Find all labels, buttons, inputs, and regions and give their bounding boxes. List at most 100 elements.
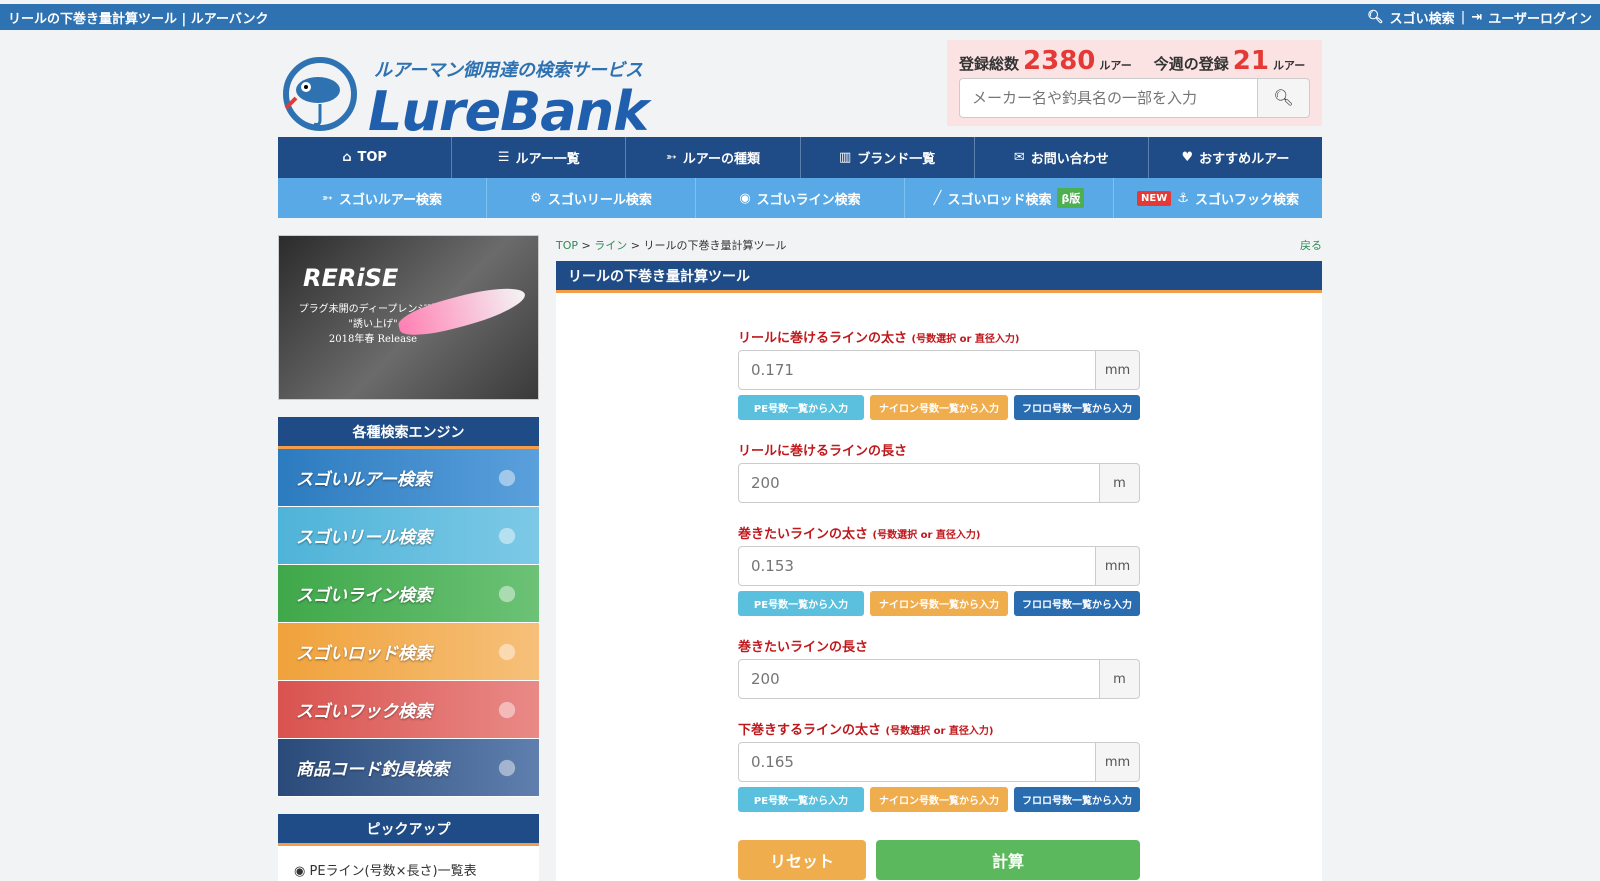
nav-reel-search[interactable]: ⚙ スゴいリール検索 [487,178,696,218]
stats-search-box: 登録総数 2380 ルアー 今週の登録 21 ルアー 🔍︎ [947,40,1322,126]
week-label: 今週の登録 [1153,55,1229,73]
engine-lure-search[interactable]: スゴいルアー検索 [278,449,539,507]
calculator-form: リールに巻けるラインの太さ (号数選択 or 直径入力) mm PE号数一覧から… [738,327,1140,880]
pickup-list: ◉ PEライン(号数×長さ)一覧表 [278,846,539,881]
nav-recommended[interactable]: ♥ おすすめルアー [1149,137,1322,178]
sidebar: RERiSE プラグ未開のディープレンジ攻略 "誘い上げ" 2018年春 Rel… [278,235,539,881]
breadcrumb-line[interactable]: ライン [594,239,627,252]
reel-thickness-label: リールに巻けるラインの太さ (号数選択 or 直径入力) [738,331,1020,346]
unit-mm: mm [1096,350,1140,390]
unit-mm: mm [1096,546,1140,586]
top-separator: | [1460,9,1466,25]
engine-line-search[interactable]: スゴいライン検索 [278,565,539,623]
reel-length-group: リールに巻けるラインの長さ m [738,440,1140,503]
site-title: リールの下巻き量計算ツール | ルアーバンク [8,11,269,27]
top-links: 🔍︎ スゴい検索 | ⇥ ユーザーログイン [1367,8,1592,27]
reel-length-input[interactable] [738,463,1100,503]
unit-m: m [1100,659,1140,699]
rod-icon: ╱ [933,190,942,206]
week-count: 21 [1232,46,1269,76]
back-link[interactable]: 戻る [1300,237,1322,255]
nylon-list-button[interactable]: ナイロン号数一覧から入力 [870,787,1008,812]
under-thickness-group: 下巻きするラインの太さ (号数選択 or 直径入力) mm PE号数一覧から入力… [738,719,1140,812]
total-unit: ルアー [1099,59,1132,72]
new-badge: NEW [1137,190,1172,206]
beta-badge: β版 [1057,188,1085,208]
user-login-link[interactable]: ユーザーログイン [1488,8,1592,27]
want-length-group: 巻きたいラインの長さ m [738,636,1140,699]
top-bar: リールの下巻き量計算ツール | ルアーバンク 🔍︎ スゴい検索 | ⇥ ユーザー… [0,4,1600,30]
breadcrumb: TOP > ライン > リールの下巻き量計算ツール 戻る [556,237,1322,255]
want-thickness-label: 巻きたいラインの太さ (号数選択 or 直径入力) [738,527,981,542]
search-nav: ➳ スゴいルアー検索 ⚙ スゴいリール検索 ◉ スゴいライン検索 ╱ スゴいロッド検索 β… [278,178,1322,218]
total-count: 2380 [1023,46,1096,76]
logo-tagline: ルアーマン御用達の検索サービス [374,60,643,81]
lure-icon: ➳ [321,190,333,206]
reel-thickness-group: リールに巻けるラインの太さ (号数選択 or 直径入力) mm PE号数一覧から… [738,327,1140,420]
search-button[interactable]: 🔍︎ [1258,78,1310,118]
fish-icon: ➳ [665,150,677,165]
nav-brand-list[interactable]: ▥ ブランド一覧 [801,137,975,178]
page-title: リールの下巻き量計算ツール [556,261,1322,293]
nav-hook-search[interactable]: NEW ⚓︎ スゴいフック検索 [1114,178,1322,218]
engine-reel-search[interactable]: スゴいリール検索 [278,507,539,565]
registration-stats: 登録総数 2380 ルアー 今週の登録 21 ルアー [959,46,1310,76]
banner-lure-image [395,279,529,343]
line-icon: ◉ [739,190,751,206]
nav-lure-search[interactable]: ➳ スゴいルアー検索 [278,178,487,218]
total-label: 登録総数 [959,55,1020,73]
engine-hook-search[interactable]: スゴいフック検索 [278,681,539,739]
reel-length-label: リールに巻けるラインの長さ [738,444,908,459]
sugoi-search-link[interactable]: スゴい検索 [1390,8,1455,27]
want-thickness-input[interactable] [738,546,1096,586]
home-icon: ⌂ [342,150,352,165]
under-thickness-input[interactable] [738,742,1096,782]
heart-icon: ♥ [1181,150,1194,165]
search-icon: 🔍︎ [1367,9,1384,25]
unit-mm: mm [1096,742,1140,782]
unit-m: m [1100,463,1140,503]
logo[interactable]: ルアーマン御用達の検索サービス LureBank [278,42,678,143]
reel-icon: ⚙ [530,190,542,206]
reel-thickness-input[interactable] [738,350,1096,390]
logo-wordmark: LureBank [368,80,649,143]
line-icon: ◉ [294,864,310,879]
calculate-button[interactable]: 計算 [876,840,1140,880]
pe-list-button[interactable]: PE号数一覧から入力 [738,395,864,420]
login-icon: ⇥ [1471,9,1483,25]
nylon-list-button[interactable]: ナイロン号数一覧から入力 [870,395,1008,420]
breadcrumb-top[interactable]: TOP [556,239,578,252]
search-input[interactable] [959,78,1259,118]
mail-icon: ✉ [1013,150,1025,165]
calculator-panel: リールに巻けるラインの太さ (号数選択 or 直径入力) mm PE号数一覧から… [556,293,1322,881]
nav-lure-list[interactable]: ☰ ルアー一覧 [452,137,627,178]
engine-rod-search[interactable]: スゴいロッド検索 [278,623,539,681]
pe-list-button[interactable]: PE号数一覧から入力 [738,591,864,616]
fluoro-list-button[interactable]: フロロ号数一覧から入力 [1014,787,1140,812]
engine-code-search[interactable]: 商品コード釣具検索 [278,739,539,797]
banner-brand: RERiSE [303,264,399,292]
pickup-item[interactable]: ◉ PEライン(号数×長さ)一覧表 [294,860,523,879]
want-length-label: 巻きたいラインの長さ [738,640,869,655]
building-icon: ▥ [838,150,852,165]
search-icon: 🔍︎ [1273,90,1294,107]
main-nav: ⌂ TOP ☰ ルアー一覧 ➳ ルアーの種類 ▥ ブランド一覧 ✉ お問い合わせ ♥ おすす… [278,137,1322,178]
rerise-banner[interactable]: RERiSE プラグ未開のディープレンジ攻略 "誘い上げ" 2018年春 Rel… [278,235,539,400]
fluoro-list-button[interactable]: フロロ号数一覧から入力 [1014,591,1140,616]
nav-top[interactable]: ⌂ TOP [278,137,453,178]
nav-line-search[interactable]: ◉ スゴいライン検索 [696,178,905,218]
nav-lure-types[interactable]: ➳ ルアーの種類 [626,137,801,178]
lure-logo-icon [283,57,357,131]
pickup-title: ピックアップ [278,814,539,846]
want-length-input[interactable] [738,659,1100,699]
under-thickness-label: 下巻きするラインの太さ (号数選択 or 直径入力) [738,723,994,738]
nylon-list-button[interactable]: ナイロン号数一覧から入力 [870,591,1008,616]
nav-rod-search[interactable]: ╱ スゴいロッド検索 β版 [905,178,1114,218]
nav-contact[interactable]: ✉ お問い合わせ [975,137,1149,178]
hook-icon: ⚓︎ [1177,190,1189,206]
engines-title: 各種検索エンジン [278,417,539,449]
reset-button[interactable]: リセット [738,840,866,880]
fluoro-list-button[interactable]: フロロ号数一覧から入力 [1014,395,1140,420]
pe-list-button[interactable]: PE号数一覧から入力 [738,787,864,812]
want-thickness-group: 巻きたいラインの太さ (号数選択 or 直径入力) mm PE号数一覧から入力 … [738,523,1140,616]
